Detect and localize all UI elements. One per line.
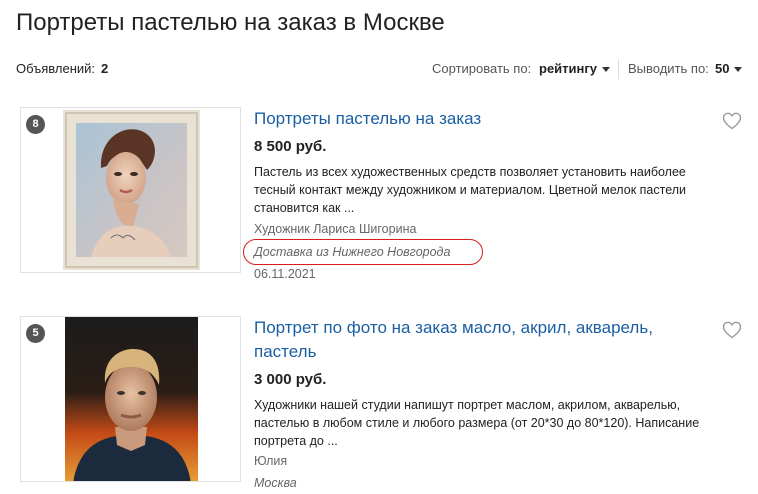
listing-count-value: 2 — [101, 61, 109, 76]
highlight-circle-annotation — [243, 239, 483, 265]
chevron-down-icon — [602, 67, 611, 73]
listing-count-label: Объявлений: — [16, 61, 96, 76]
listing-price: 8 500 руб. — [254, 138, 327, 155]
per-page-dropdown[interactable]: 50 — [715, 61, 743, 76]
listing-description: Пастель из всех художественных средств п… — [254, 165, 687, 215]
listing-image[interactable]: 5 — [20, 316, 241, 482]
listing-author: Юлия — [254, 454, 288, 468]
listing-badge: 5 — [26, 324, 45, 343]
listing-author: Художник Лариса Шигорина — [254, 222, 417, 236]
heart-icon — [722, 321, 742, 339]
listing-price: 3 000 руб. — [254, 371, 327, 388]
listing-date: 06.11.2021 — [254, 267, 316, 281]
listing-card: 8 Портреты пастелью на заказ 8 500 руб. … — [20, 107, 750, 281]
listing-count: Объявлений: 2 — [16, 61, 108, 76]
favorite-button[interactable] — [722, 112, 742, 130]
listing-badge: 8 — [26, 115, 45, 134]
listing-title-link[interactable]: Портреты пастелью на заказ — [254, 107, 674, 131]
sort-value: рейтингу — [539, 61, 598, 76]
listing-card: 5 Портрет по фото на заказ масло, акрил,… — [20, 316, 750, 494]
listing-title-link[interactable]: Портрет по фото на заказ масло, акрил, а… — [254, 316, 674, 364]
toolbar-divider — [618, 59, 619, 79]
per-page-label: Выводить по: — [628, 61, 709, 76]
listing-location: Москва — [254, 476, 297, 490]
favorite-button[interactable] — [722, 321, 742, 339]
heart-icon — [722, 112, 742, 130]
sort-dropdown[interactable]: рейтингу — [539, 61, 611, 76]
listing-description: Художники нашей студии напишут портрет м… — [254, 398, 700, 448]
chevron-down-icon — [734, 67, 743, 73]
listing-image[interactable]: 8 — [20, 107, 241, 273]
results-toolbar: Объявлений: 2 Сортировать по: рейтингу Вы… — [16, 59, 746, 79]
per-page-value: 50 — [715, 61, 730, 76]
pastel-portrait-woman-image — [63, 110, 200, 270]
oil-portrait-man-image — [65, 317, 198, 481]
sort-label: Сортировать по: — [432, 61, 532, 76]
page-title: Портреты пастелью на заказ в Москве — [16, 9, 445, 36]
